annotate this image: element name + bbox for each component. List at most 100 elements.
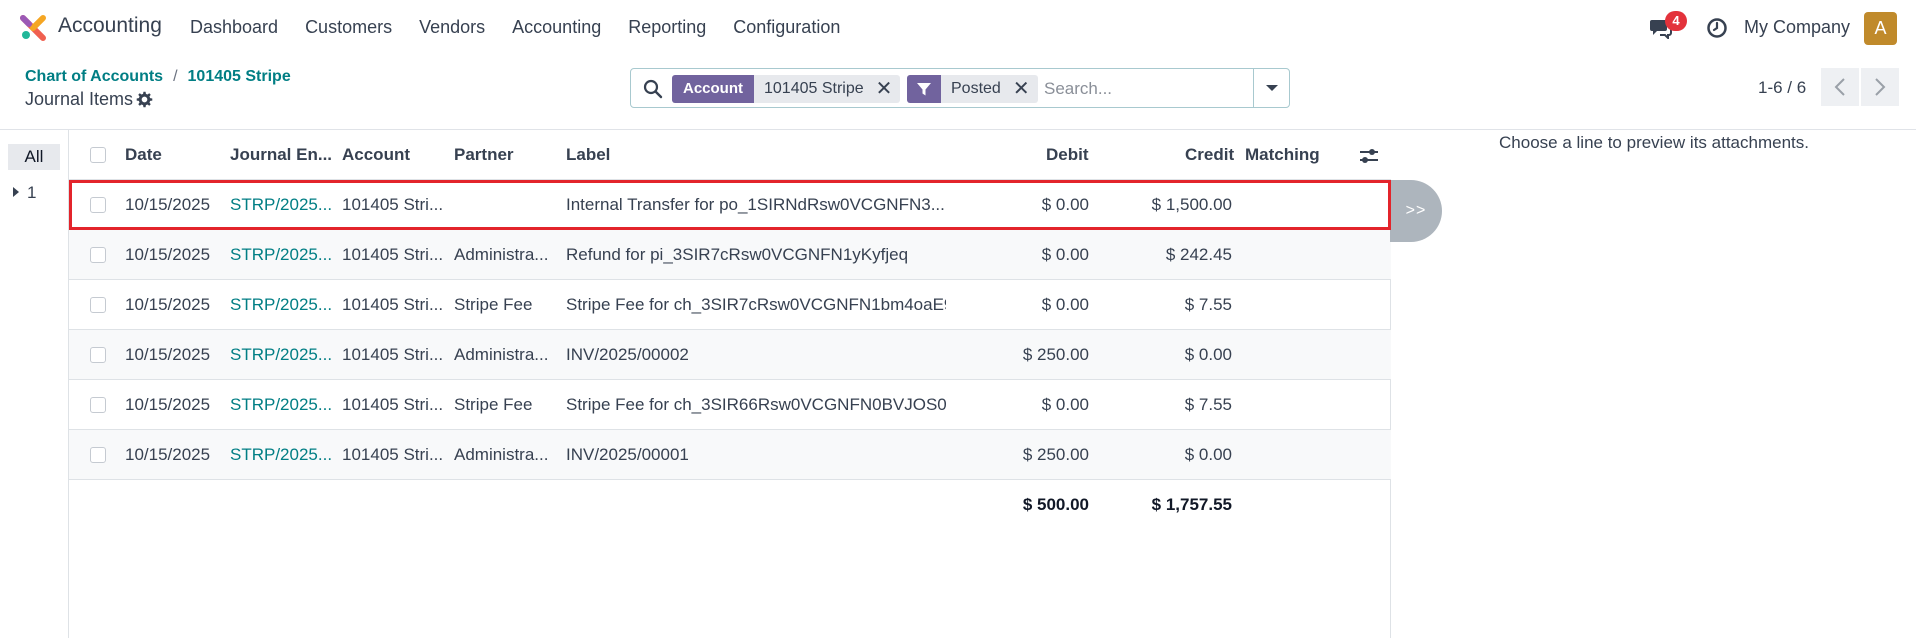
row-checkbox[interactable] xyxy=(90,397,106,413)
table-row[interactable]: 10/15/2025 STRP/2025... 101405 Stri... Admi… xyxy=(69,230,1391,280)
cell-credit: $ 7.55 xyxy=(1184,295,1232,314)
menu-vendors[interactable]: Vendors xyxy=(419,17,485,38)
row-checkbox[interactable] xyxy=(90,297,106,313)
total-debit: $ 500.00 xyxy=(1022,495,1089,514)
cell-account: 101405 Stri... xyxy=(342,445,444,464)
pager-next-button[interactable] xyxy=(1861,68,1899,106)
row-checkbox[interactable] xyxy=(90,447,106,463)
cell-partner: Stripe Fee xyxy=(454,395,533,414)
cell-debit: $ 0.00 xyxy=(1041,295,1089,314)
table-row[interactable]: 10/15/2025 STRP/2025... 101405 Stri... Stri… xyxy=(69,280,1391,330)
clock-icon[interactable] xyxy=(1706,17,1728,39)
column-date[interactable]: Date xyxy=(125,145,162,165)
breadcrumb-chart-of-accounts[interactable]: Chart of Accounts xyxy=(25,68,163,85)
cell-date: 10/15/2025 xyxy=(125,445,211,464)
column-matching[interactable]: Matching xyxy=(1245,145,1320,165)
facet-account: Account 101405 Stripe ✕ xyxy=(672,75,901,103)
message-count-badge: 4 xyxy=(1665,11,1687,31)
row-checkbox[interactable] xyxy=(90,247,106,263)
journal-items-table: Date Journal En... Account Partner Label… xyxy=(69,130,1391,638)
cell-debit: $ 0.00 xyxy=(1041,195,1089,214)
cell-credit: $ 0.00 xyxy=(1184,345,1232,364)
close-icon[interactable]: ✕ xyxy=(876,75,893,103)
column-label[interactable]: Label xyxy=(566,145,610,165)
group-all[interactable]: All xyxy=(8,144,60,170)
cell-partner: Administra... xyxy=(454,245,549,264)
group-item-label: 1 xyxy=(27,183,37,202)
table-row[interactable]: 10/15/2025 STRP/2025... 101405 Stri... Admi… xyxy=(69,330,1391,380)
column-credit[interactable]: Credit xyxy=(1185,145,1234,165)
filter-icon xyxy=(907,75,941,103)
chevron-left-icon xyxy=(1834,78,1845,96)
caret-right-icon xyxy=(13,187,19,197)
row-checkbox[interactable] xyxy=(90,197,106,213)
chevron-right-icon xyxy=(1875,78,1886,96)
odoo-accounting-logo[interactable] xyxy=(19,14,47,42)
table-row[interactable]: 10/15/2025 STRP/2025... 101405 Stri... Inte… xyxy=(69,180,1391,230)
cell-date: 10/15/2025 xyxy=(125,195,211,214)
app-name[interactable]: Accounting xyxy=(58,14,162,38)
company-switcher[interactable]: My Company xyxy=(1744,17,1850,38)
cell-label: Internal Transfer for po_1SIRNdRsw0VCGNF… xyxy=(566,195,945,214)
menu-customers[interactable]: Customers xyxy=(305,17,392,38)
cell-label: Stripe Fee for ch_3SIR7cRsw0VCGNFN1bm4oa… xyxy=(566,295,946,314)
cell-account: 101405 Stri... xyxy=(342,395,444,414)
pager-value[interactable]: 1-6 / 6 xyxy=(1758,78,1806,98)
search-options-toggle[interactable] xyxy=(1253,69,1289,107)
menu-reporting[interactable]: Reporting xyxy=(628,17,706,38)
cell-date: 10/15/2025 xyxy=(125,395,211,414)
cell-label: INV/2025/00001 xyxy=(566,445,689,464)
cell-debit: $ 250.00 xyxy=(1022,345,1089,364)
column-account[interactable]: Account xyxy=(342,145,410,165)
pager-previous-button[interactable] xyxy=(1821,68,1859,106)
select-all-checkbox[interactable] xyxy=(90,147,106,163)
cell-journal-entry[interactable]: STRP/2025... xyxy=(230,395,338,415)
group-item[interactable]: 1 xyxy=(13,183,36,203)
page-title: Journal Items xyxy=(25,89,134,109)
table-row[interactable]: 10/15/2025 STRP/2025... 101405 Stri... Admi… xyxy=(69,430,1391,480)
expand-preview-button[interactable]: >> xyxy=(1390,180,1442,242)
cell-debit: $ 0.00 xyxy=(1041,245,1089,264)
close-icon[interactable]: ✕ xyxy=(1013,75,1030,103)
cell-journal-entry[interactable]: STRP/2025... xyxy=(230,245,338,265)
cell-account: 101405 Stri... xyxy=(342,345,444,364)
cell-credit: $ 7.55 xyxy=(1184,395,1232,414)
search-input[interactable] xyxy=(1044,77,1244,101)
cell-credit: $ 242.45 xyxy=(1165,245,1232,264)
menu-accounting[interactable]: Accounting xyxy=(512,17,601,38)
search-bar: Account 101405 Stripe ✕ Posted ✕ xyxy=(630,68,1290,108)
column-partner[interactable]: Partner xyxy=(454,145,514,165)
column-debit[interactable]: Debit xyxy=(1046,145,1089,165)
table-row[interactable]: 10/15/2025 STRP/2025... 101405 Stri... Stri… xyxy=(69,380,1391,430)
cell-debit: $ 250.00 xyxy=(1022,445,1089,464)
menu-dashboard[interactable]: Dashboard xyxy=(190,17,278,38)
optional-columns-icon[interactable] xyxy=(1359,147,1379,165)
table-header: Date Journal En... Account Partner Label… xyxy=(69,130,1391,180)
cell-date: 10/15/2025 xyxy=(125,245,211,264)
facet-value-text: 101405 Stripe xyxy=(764,80,864,97)
main-menu: Dashboard Customers Vendors Accounting R… xyxy=(190,17,867,38)
breadcrumb-account[interactable]: 101405 Stripe xyxy=(188,68,291,85)
cell-account: 101405 Stri... xyxy=(342,245,444,264)
cell-label: Refund for pi_3SIR7cRsw0VCGNFN1yKyfjeq xyxy=(566,245,909,264)
cell-account: 101405 Stri... xyxy=(342,195,444,214)
search-icon xyxy=(643,79,663,99)
menu-configuration[interactable]: Configuration xyxy=(733,17,840,38)
top-navbar: Accounting Dashboard Customers Vendors A… xyxy=(0,0,1916,56)
cell-label: Stripe Fee for ch_3SIR66Rsw0VCGNFN0BVJOS… xyxy=(566,395,946,414)
facet-label: Account xyxy=(672,75,754,103)
breadcrumb-separator: / xyxy=(173,68,178,85)
cell-journal-entry[interactable]: STRP/2025... xyxy=(230,195,338,215)
cell-partner: Administra... xyxy=(454,345,549,364)
cell-journal-entry[interactable]: STRP/2025... xyxy=(230,345,338,365)
user-avatar[interactable]: A xyxy=(1864,12,1897,45)
gear-icon[interactable] xyxy=(136,91,153,108)
cell-journal-entry[interactable]: STRP/2025... xyxy=(230,445,338,465)
column-journal-entry[interactable]: Journal En... xyxy=(230,145,332,165)
caret-down-icon xyxy=(1265,85,1278,91)
cell-journal-entry[interactable]: STRP/2025... xyxy=(230,295,338,315)
cell-credit: $ 1,500.00 xyxy=(1151,195,1232,214)
table-footer: $ 500.00 $ 1,757.55 xyxy=(69,480,1391,530)
attachment-preview-message: Choose a line to preview its attachments… xyxy=(1499,133,1809,152)
row-checkbox[interactable] xyxy=(90,347,106,363)
